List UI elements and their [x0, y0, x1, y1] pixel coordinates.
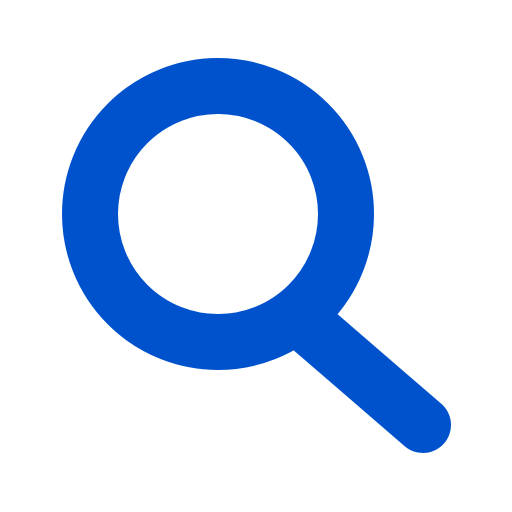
search-icon: [62, 58, 451, 453]
search-button[interactable]: [0, 0, 512, 512]
search-icon-handle: [285, 302, 451, 453]
icon-canvas: [0, 0, 512, 512]
